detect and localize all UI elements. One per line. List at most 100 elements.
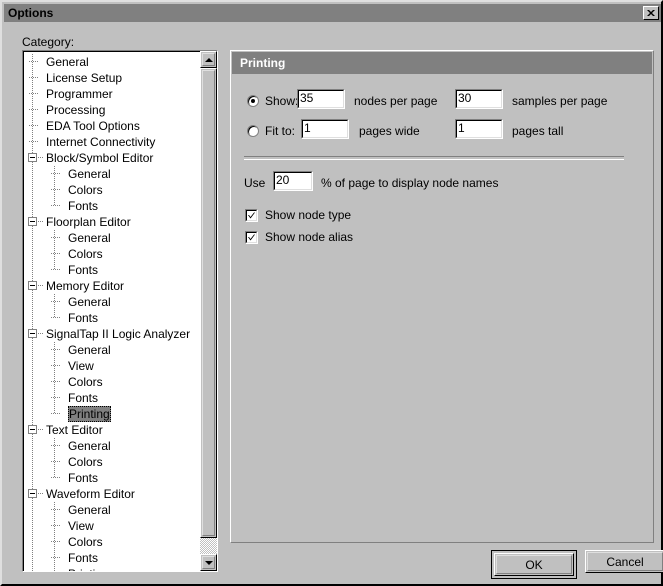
tree-connector-line: [29, 109, 38, 110]
tree-item-general[interactable]: General: [24, 166, 200, 182]
tree-connector-line: [29, 77, 38, 78]
samples-per-page-label: samples per page: [512, 94, 608, 108]
tree-child-trunk-line: [54, 166, 55, 206]
tree-connector-line: [51, 477, 60, 478]
scrollbar-thumb[interactable]: [200, 68, 217, 538]
pages-tall-input[interactable]: 1: [455, 119, 503, 139]
tree-item-label: Waveform Editor: [46, 487, 135, 501]
category-label: Category:: [22, 35, 75, 49]
tree-item-label: Memory Editor: [46, 279, 125, 293]
panel-header-title: Printing: [240, 56, 286, 70]
tree-item-general[interactable]: General: [24, 342, 200, 358]
tree-item-view[interactable]: View: [24, 518, 200, 534]
tree-item-general[interactable]: General: [24, 502, 200, 518]
tree-item-label: General: [68, 231, 111, 245]
tree-child-trunk-line: [54, 342, 55, 414]
close-x-icon: [647, 9, 655, 16]
tree-item-fonts[interactable]: Fonts: [24, 262, 200, 278]
tree-expander-minus-icon[interactable]: [28, 281, 37, 290]
pages-wide-input[interactable]: 1: [301, 119, 349, 139]
nodes-per-page-input[interactable]: 35: [297, 89, 345, 109]
ok-button-label: OK: [525, 557, 543, 572]
fit-to-radio[interactable]: [247, 125, 259, 137]
show-node-alias-checkbox[interactable]: [245, 231, 258, 244]
tree-expander-minus-icon[interactable]: [28, 217, 37, 226]
title-bar[interactable]: Options: [4, 4, 661, 22]
tree-item-license-setup[interactable]: License Setup: [24, 70, 200, 86]
tree-connector-line: [38, 221, 44, 222]
tree-item-label: Floorplan Editor: [46, 215, 131, 229]
category-tree[interactable]: General License Setup Programmer Processing…: [22, 50, 218, 572]
scrollbar-track[interactable]: [200, 68, 217, 554]
tree-item-memory-editor[interactable]: Memory Editor: [24, 278, 200, 294]
tree-item-text-editor[interactable]: Text Editor: [24, 422, 200, 438]
samples-per-page-input[interactable]: 30: [455, 89, 503, 109]
pages-wide-value: 1: [304, 121, 311, 135]
tree-item-fonts[interactable]: Fonts: [24, 310, 200, 326]
tree-connector-line: [51, 413, 60, 414]
tree-item-waveform-editor[interactable]: Waveform Editor: [24, 486, 200, 502]
tree-item-floorplan-editor[interactable]: Floorplan Editor: [24, 214, 200, 230]
tree-item-printing[interactable]: Printing: [24, 566, 200, 571]
tree-item-colors[interactable]: Colors: [24, 374, 200, 390]
options-dialog: Options Category: General License Setup Pr…: [0, 0, 663, 586]
tree-item-processing[interactable]: Processing: [24, 102, 200, 118]
ok-button[interactable]: OK: [494, 553, 574, 576]
scroll-down-arrow-icon[interactable]: [200, 554, 217, 571]
tree-item-view[interactable]: View: [24, 358, 200, 374]
tree-item-general[interactable]: General: [24, 294, 200, 310]
tree-item-colors[interactable]: Colors: [24, 182, 200, 198]
tree-item-general[interactable]: General: [24, 230, 200, 246]
tree-item-fonts[interactable]: Fonts: [24, 198, 200, 214]
tree-item-label: Fonts: [68, 311, 99, 325]
tree-connector-line: [51, 461, 60, 462]
tree-item-label: SignalTap II Logic Analyzer: [46, 327, 191, 341]
tree-item-fonts[interactable]: Fonts: [24, 470, 200, 486]
cancel-button-label: Cancel: [606, 554, 644, 569]
show-node-alias-label: Show node alias: [265, 230, 354, 244]
scroll-up-arrow-icon[interactable]: [200, 51, 217, 68]
tree-item-signaltap-ii-logic-analyzer[interactable]: SignalTap II Logic Analyzer: [24, 326, 200, 342]
tree-item-fonts[interactable]: Fonts: [24, 550, 200, 566]
cancel-button[interactable]: Cancel: [585, 550, 663, 573]
tree-child-trunk-line: [54, 294, 55, 318]
tree-item-colors[interactable]: Colors: [24, 534, 200, 550]
tree-connector-line: [51, 205, 60, 206]
close-icon[interactable]: [643, 6, 659, 20]
tree-connector-line: [51, 541, 60, 542]
tree-item-internet-connectivity[interactable]: Internet Connectivity: [24, 134, 200, 150]
use-label: Use: [244, 176, 266, 190]
use-percent-input[interactable]: 20: [273, 171, 313, 191]
tree-scrollbar[interactable]: [200, 51, 217, 571]
tree-item-programmer[interactable]: Programmer: [24, 86, 200, 102]
show-radio-label: Show:: [265, 94, 299, 108]
tree-item-colors[interactable]: Colors: [24, 246, 200, 262]
tree-item-label: Fonts: [68, 391, 99, 405]
tree-item-label: General: [46, 55, 89, 69]
tree-item-block-symbol-editor[interactable]: Block/Symbol Editor: [24, 150, 200, 166]
show-radio[interactable]: [247, 95, 259, 107]
tree-expander-minus-icon[interactable]: [28, 153, 37, 162]
window-title: Options: [8, 6, 54, 20]
tree-expander-minus-icon[interactable]: [28, 329, 37, 338]
fit-to-radio-label: Fit to:: [265, 124, 296, 138]
tree-expander-minus-icon[interactable]: [28, 489, 37, 498]
tree-item-printing[interactable]: Printing: [24, 406, 200, 422]
show-node-type-checkbox[interactable]: [245, 209, 258, 222]
tree-item-label: Fonts: [68, 551, 99, 565]
section-divider: [244, 156, 624, 160]
tree-item-general[interactable]: General: [24, 438, 200, 454]
tree-expander-minus-icon[interactable]: [28, 425, 37, 434]
tree-connector-line: [51, 365, 60, 366]
tree-connector-line: [51, 509, 60, 510]
tree-item-label: General: [68, 439, 111, 453]
tree-item-eda-tool-options[interactable]: EDA Tool Options: [24, 118, 200, 134]
pages-wide-label: pages wide: [359, 124, 420, 138]
tree-item-colors[interactable]: Colors: [24, 454, 200, 470]
tree-connector-line: [38, 285, 44, 286]
tree-item-fonts[interactable]: Fonts: [24, 390, 200, 406]
tree-item-general[interactable]: General: [24, 54, 200, 70]
tree-item-label: Printing: [68, 406, 111, 422]
tree-connector-line: [51, 173, 60, 174]
tree-item-label: Colors: [68, 535, 103, 549]
